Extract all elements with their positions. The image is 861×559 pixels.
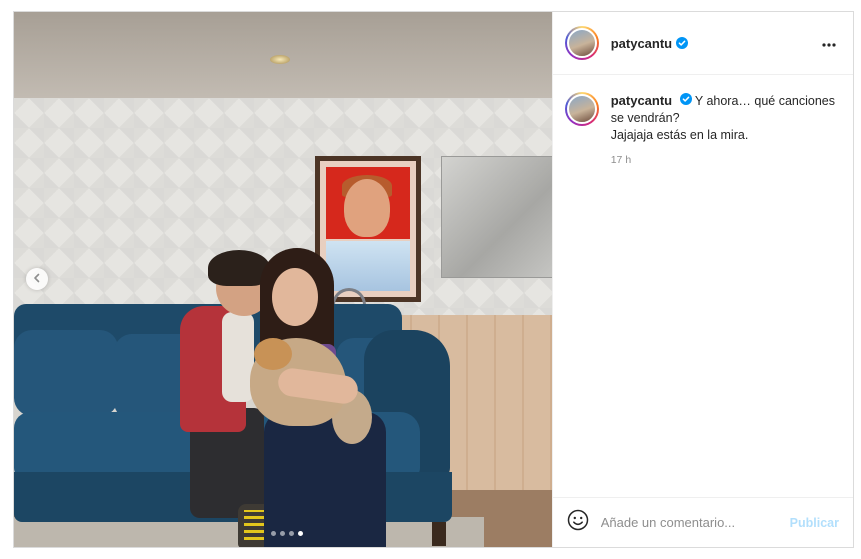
emoji-button[interactable]: [565, 509, 591, 536]
caption-body: patycantu Y ahora… qué canciones se vend…: [611, 92, 839, 497]
post-header: patycantu: [552, 12, 853, 75]
photo-woman-face: [272, 268, 318, 326]
caption-timestamp[interactable]: 17 h: [611, 152, 839, 169]
verified-icon: [676, 37, 689, 49]
comment-input[interactable]: [600, 515, 790, 530]
photo-dog-face: [254, 338, 292, 370]
carousel-prev-button[interactable]: [26, 268, 48, 290]
carousel-dot: [280, 531, 285, 536]
caption-avatar[interactable]: [564, 92, 599, 126]
carousel-dot: [298, 531, 303, 536]
more-options-icon: [822, 34, 836, 52]
avatar[interactable]: [564, 26, 599, 60]
comment-bar: Publicar: [552, 497, 853, 547]
post-modal: patycantu patycantu Y ahora… qué cancion…: [13, 11, 854, 548]
header-username[interactable]: patycantu: [611, 36, 672, 51]
more-options-button[interactable]: [819, 33, 839, 53]
caption-text-line2: Jajajaja estás en la mira.: [610, 128, 749, 142]
carousel-dots: [271, 531, 303, 536]
carousel-dot: [289, 531, 294, 536]
chevron-left-icon: [32, 270, 42, 288]
carousel-dot: [271, 531, 276, 536]
verified-icon: [679, 93, 692, 105]
photo-sofa-foot: [432, 522, 446, 546]
post-side-panel: patycantu patycantu Y ahora… qué cancion…: [551, 12, 853, 547]
photo-silver-painting: [441, 156, 552, 278]
photo-ceiling-light: [270, 55, 290, 64]
emoji-icon: [567, 509, 589, 536]
publish-button[interactable]: Publicar: [790, 516, 839, 530]
caption-username[interactable]: patycantu: [611, 93, 672, 108]
post-photo[interactable]: [14, 12, 552, 547]
post-caption: patycantu Y ahora… qué canciones se vend…: [553, 75, 853, 497]
photo-cushion: [14, 330, 118, 416]
